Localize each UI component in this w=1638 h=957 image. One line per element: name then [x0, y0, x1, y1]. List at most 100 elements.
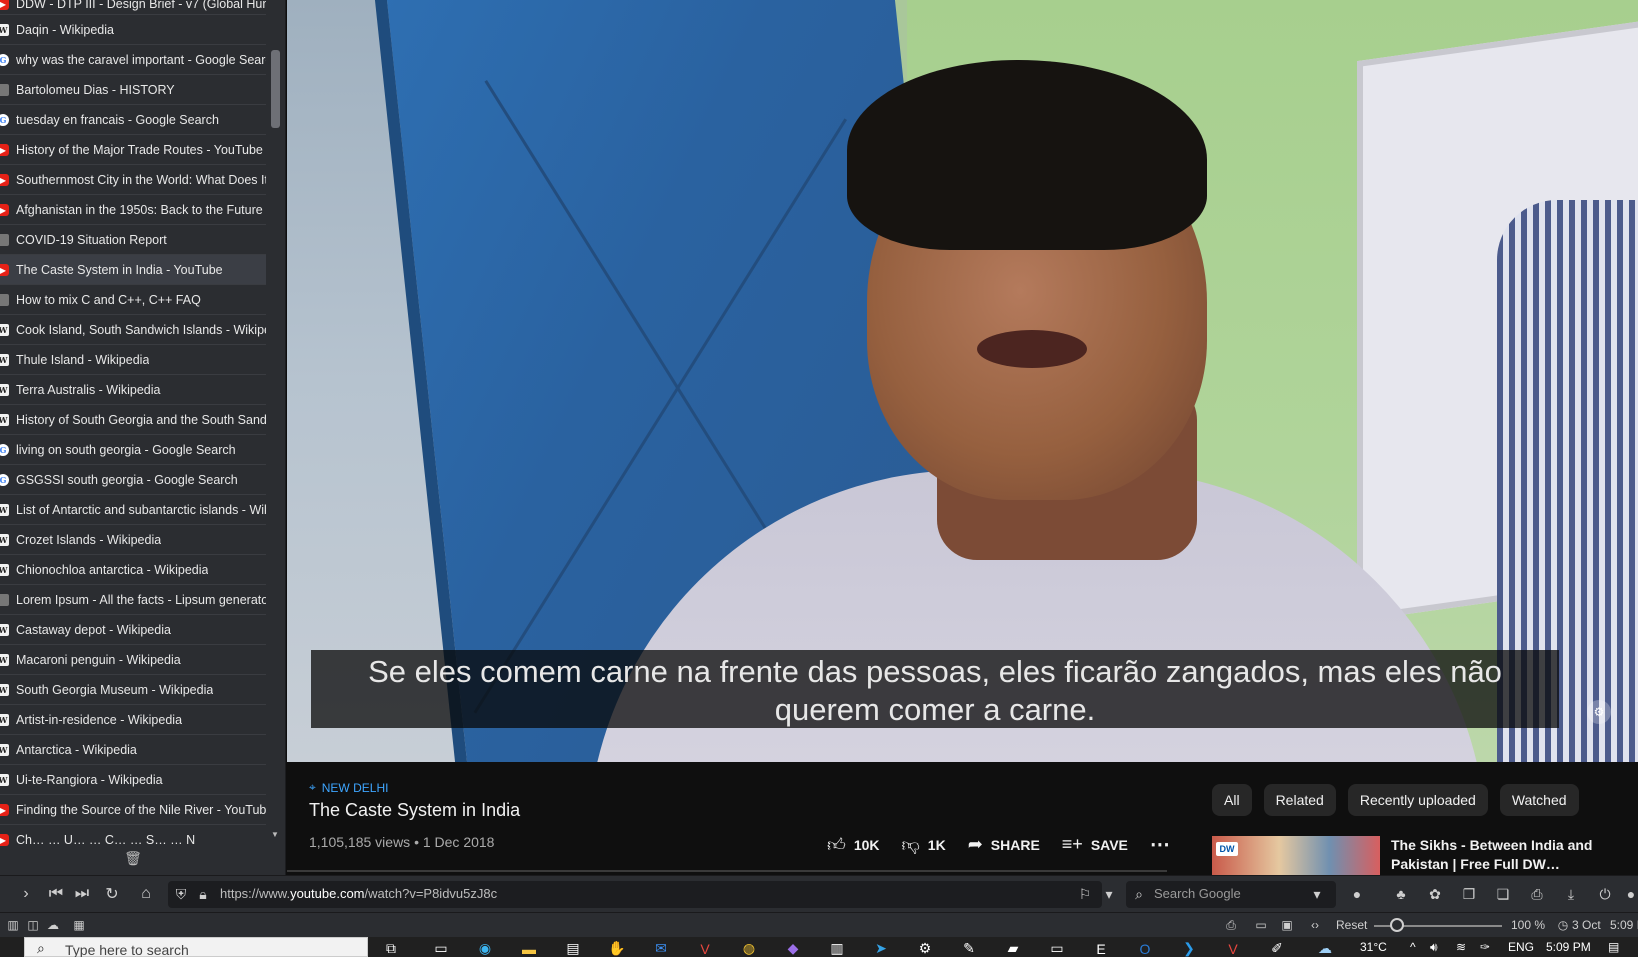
visual-studio-icon[interactable]: ◆: [778, 937, 808, 957]
app-2-icon[interactable]: ▥: [822, 937, 852, 957]
file-explorer-icon[interactable]: ▬: [514, 937, 544, 957]
download-icon[interactable]: ⤓: [1560, 883, 1582, 905]
vscode-icon[interactable]: ❯: [1174, 937, 1204, 957]
recommended-title[interactable]: The Sikhs - Between India and Pakistan |…: [1391, 836, 1621, 874]
epic-games-icon[interactable]: E: [1086, 937, 1116, 957]
capture-icon[interactable]: ⎙: [1222, 917, 1240, 933]
vivaldi-extension-icon[interactable]: ●: [1620, 883, 1638, 905]
video-player[interactable]: Se eles comem carne na frente das pessoa…: [287, 0, 1638, 762]
dropdown-chevron-icon[interactable]: ▾: [1098, 883, 1120, 905]
tab-item[interactable]: W List of Antarctic and subantarctic isla…: [0, 495, 266, 525]
sidebar-scrollbar-thumb[interactable]: [271, 50, 280, 128]
tab-item[interactable]: W Artist-in-residence - Wikipedia: [0, 705, 266, 735]
filter-chip[interactable]: Related: [1263, 784, 1336, 816]
filter-chip[interactable]: Recently uploaded: [1347, 784, 1488, 816]
power-icon[interactable]: ⏻: [1594, 883, 1616, 905]
share-button[interactable]: ➦ SHARE: [968, 834, 1040, 855]
search-dropdown-icon[interactable]: ▾: [1306, 883, 1328, 905]
tab-item[interactable]: Lorem Ipsum - All the facts - Lipsum gen…: [0, 585, 266, 615]
outlook-icon[interactable]: O: [1130, 937, 1160, 957]
printer-icon[interactable]: ⎙: [1526, 883, 1548, 905]
tab-item[interactable]: ▶ History of the Major Trade Routes - You…: [0, 135, 266, 165]
language-indicator[interactable]: ENG: [1508, 940, 1534, 954]
tab-item[interactable]: W Crozet Islands - Wikipedia: [0, 525, 266, 555]
task-view-icon[interactable]: ⧉: [376, 937, 406, 957]
tab-item[interactable]: W Ui-te-Rangiora - Wikipedia: [0, 765, 266, 795]
image-icon[interactable]: ▣: [1278, 917, 1296, 933]
tray-chevron-icon[interactable]: ^: [1410, 940, 1416, 954]
tab-item[interactable]: W Castaway depot - Wikipedia: [0, 615, 266, 645]
tab-item[interactable]: W Cook Island, South Sandwich Islands - W…: [0, 315, 266, 345]
start-button[interactable]: [0, 937, 24, 957]
chrome-icon[interactable]: ◍: [734, 937, 764, 957]
telegram-icon[interactable]: ➤: [866, 937, 896, 957]
rewind-icon[interactable]: ⏮: [44, 882, 68, 906]
zoom-slider-knob[interactable]: [1390, 918, 1404, 932]
tab-item[interactable]: Gwhy was the caravel important - Google …: [0, 45, 266, 75]
more-actions-button[interactable]: ⋯: [1150, 832, 1171, 857]
tab-item[interactable]: W Terra Australis - Wikipedia: [0, 375, 266, 405]
copy-icon[interactable]: ❐: [1458, 883, 1480, 905]
filter-chip[interactable]: Watched: [1499, 784, 1579, 816]
tab-item[interactable]: Bartolomeu Dias - HISTORY: [0, 75, 266, 105]
taskbar-search-box[interactable]: ⌕ Type here to search: [24, 937, 368, 957]
app-icon[interactable]: ▤: [558, 937, 588, 957]
settings-gear-icon[interactable]: ⚙: [910, 937, 940, 957]
tab-item[interactable]: W Macaroni penguin - Wikipedia: [0, 645, 266, 675]
app-5-icon[interactable]: ▭: [1042, 937, 1072, 957]
scroll-down-arrow-icon[interactable]: ▼: [270, 830, 280, 840]
vivaldi-2-icon[interactable]: V: [1218, 937, 1248, 957]
status-time[interactable]: 5:09 P: [1610, 918, 1638, 932]
extension-2-icon[interactable]: ✿: [1424, 883, 1446, 905]
reload-icon[interactable]: ↻: [100, 882, 124, 906]
cloud-sync-icon[interactable]: ☁: [44, 917, 62, 933]
notifications-icon[interactable]: ▤: [1608, 940, 1619, 954]
tab-item[interactable]: ▶ Southernmost City in the World: What Do…: [0, 165, 266, 195]
profile-avatar-icon[interactable]: ●: [1346, 883, 1368, 905]
edge-icon[interactable]: ◉: [470, 937, 500, 957]
taskbar-clock[interactable]: 5:09 PM: [1546, 940, 1591, 954]
paint-icon[interactable]: ✐: [1262, 937, 1292, 957]
tab-item[interactable]: W South Georgia Museum - Wikipedia: [0, 675, 266, 705]
tab-tiling-icon[interactable]: ◫: [24, 917, 42, 933]
tab-item[interactable]: W History of South Georgia and the South …: [0, 405, 266, 435]
url-text[interactable]: https://www.youtube.com/watch?v=P8idvu5z…: [220, 886, 497, 901]
weather-icon[interactable]: ☁: [1310, 937, 1340, 957]
tab-item[interactable]: How to mix C and C++, C++ FAQ: [0, 285, 266, 315]
tab-item[interactable]: W Daqin - Wikipedia: [0, 15, 266, 45]
temperature[interactable]: 31°C: [1360, 940, 1387, 954]
app-4-icon[interactable]: ▰: [998, 937, 1028, 957]
tab-item[interactable]: Gtuesday en francais - Google Search: [0, 105, 266, 135]
trash-icon[interactable]: 🗑: [124, 848, 142, 868]
game-icon[interactable]: ✋: [602, 937, 632, 957]
like-button[interactable]: 👍︎ 10K: [827, 834, 880, 856]
tab-item[interactable]: G GSGSSI south georgia - Google Search: [0, 465, 266, 495]
bookmark-icon[interactable]: ⚐: [1074, 883, 1096, 905]
wifi-icon[interactable]: ≋: [1456, 940, 1466, 954]
tab-item[interactable]: W Antarctica - Wikipedia: [0, 735, 266, 765]
app-3-icon[interactable]: ✎: [954, 937, 984, 957]
vivaldi-icon[interactable]: V: [690, 937, 720, 957]
pages-icon[interactable]: ❏: [1492, 883, 1514, 905]
fast-forward-icon[interactable]: ⏭: [70, 882, 94, 906]
code-icon[interactable]: ‹›: [1306, 917, 1324, 933]
tab-item[interactable]: W Chionochloa antarctica - Wikipedia: [0, 555, 266, 585]
tab-item[interactable]: ▶ Finding the Source of the Nile River - …: [0, 795, 266, 825]
tab-item[interactable]: ▶ Afghanistan in the 1950s: Back to the F…: [0, 195, 266, 225]
tab-item[interactable]: ▶ The Caste System in India - YouTube: [0, 255, 266, 285]
forward-icon[interactable]: ›: [14, 882, 38, 906]
zoom-reset-button[interactable]: Reset: [1336, 918, 1367, 932]
tab-item[interactable]: Gliving on south georgia - Google Search: [0, 435, 266, 465]
location-tag[interactable]: ⌖ NEW DELHI: [309, 780, 388, 795]
status-date[interactable]: 3 Oct: [1572, 918, 1601, 932]
terminal-icon[interactable]: ▭: [426, 937, 456, 957]
mail-icon[interactable]: ✉: [646, 937, 676, 957]
recommended-thumbnail[interactable]: DW: [1212, 836, 1380, 875]
search-icon[interactable]: ⌕: [1128, 883, 1150, 905]
search-placeholder[interactable]: Search Google: [1154, 886, 1241, 901]
dislike-button[interactable]: 👎︎ 1K: [902, 834, 946, 856]
volume-icon[interactable]: 🔊︎: [1430, 940, 1438, 955]
extension-icon[interactable]: ♣: [1390, 883, 1412, 905]
lock-icon[interactable]: 🔒︎: [192, 883, 214, 905]
save-button[interactable]: ≡+ SAVE: [1062, 834, 1128, 855]
